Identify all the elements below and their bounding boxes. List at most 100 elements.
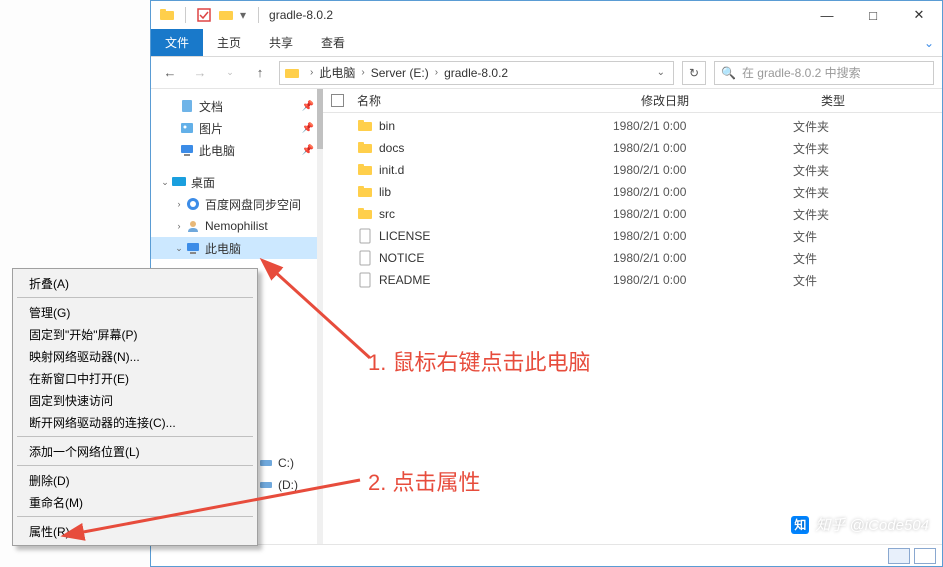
watermark: 知 知乎 @iCode504 — [791, 514, 929, 535]
file-list: bin1980/2/1 0:00文件夹docs1980/2/1 0:00文件夹i… — [323, 113, 942, 291]
menu-item[interactable]: 映射网络驱动器(N)... — [15, 345, 255, 367]
file-date: 1980/2/1 0:00 — [613, 273, 793, 287]
search-input[interactable]: 🔍 在 gradle-8.0.2 中搜索 — [714, 61, 934, 85]
file-date: 1980/2/1 0:00 — [613, 163, 793, 177]
breadcrumb-bar[interactable]: › 此电脑 › Server (E:) › gradle-8.0.2 ⌄ — [279, 61, 674, 85]
file-date: 1980/2/1 0:00 — [613, 207, 793, 221]
folder-icon — [357, 118, 373, 134]
file-row[interactable]: README1980/2/1 0:00文件 — [323, 269, 942, 291]
tree-this-pc[interactable]: ⌄ 此电脑 — [151, 237, 322, 259]
qat-overflow-icon[interactable]: ▾ — [240, 8, 246, 22]
nav-history-icon[interactable]: ⌄ — [219, 62, 241, 84]
document-icon — [179, 98, 195, 114]
folder-icon — [357, 206, 373, 222]
title-bar: ▾ gradle-8.0.2 — □ ✕ — [151, 1, 942, 29]
file-row[interactable]: docs 1980/2/1 0:00文件夹 — [323, 137, 942, 159]
file-row[interactable]: lib1980/2/1 0:00文件夹 — [323, 181, 942, 203]
file-name: lib — [379, 185, 391, 199]
tree-desktop[interactable]: ⌄ 桌面 — [151, 171, 322, 193]
refresh-button[interactable]: ↻ — [682, 61, 706, 85]
ribbon-expand-icon[interactable]: ⌄ — [924, 29, 942, 56]
nav-forward-button[interactable]: → — [189, 62, 211, 84]
file-type: 文件夹 — [793, 206, 873, 223]
menu-item[interactable]: 在新窗口中打开(E) — [15, 367, 255, 389]
file-row[interactable]: bin 1980/2/1 0:00文件夹 — [323, 115, 942, 137]
crumb-folder[interactable]: gradle-8.0.2 — [444, 66, 508, 80]
file-type: 文件夹 — [793, 140, 873, 157]
tree-documents[interactable]: 文档📌 — [151, 95, 322, 117]
pc-icon — [185, 240, 201, 256]
file-name: docs — [379, 141, 404, 155]
expand-icon[interactable]: › — [173, 199, 185, 209]
search-icon: 🔍 — [721, 66, 736, 80]
nav-back-button[interactable]: ← — [159, 62, 181, 84]
tab-home[interactable]: 主页 — [203, 29, 255, 56]
desktop-icon — [171, 174, 187, 190]
folder-small-icon[interactable] — [218, 7, 234, 23]
menu-item[interactable]: 折叠(A) — [15, 272, 255, 294]
annotation-arrow-1 — [255, 258, 385, 378]
crumb-pc[interactable]: 此电脑 — [319, 64, 355, 81]
maximize-button[interactable]: □ — [850, 1, 896, 29]
search-placeholder: 在 gradle-8.0.2 中搜索 — [742, 64, 861, 81]
menu-separator — [17, 465, 253, 466]
col-name[interactable]: 名称 — [351, 92, 641, 109]
file-name: LICENSE — [379, 229, 430, 243]
tree-pictures[interactable]: 图片📌 — [151, 117, 322, 139]
folder-icon — [357, 184, 373, 200]
minimize-button[interactable]: — — [804, 1, 850, 29]
tree-user[interactable]: › Nemophilist — [151, 215, 322, 237]
crumb-drive[interactable]: Server (E:) — [371, 66, 429, 80]
view-icons-button[interactable] — [914, 548, 936, 564]
tab-file[interactable]: 文件 — [151, 29, 203, 56]
file-type: 文件 — [793, 228, 873, 245]
annotation-text-2: 2. 点击属性 — [368, 465, 480, 497]
file-row[interactable]: src1980/2/1 0:00文件夹 — [323, 203, 942, 225]
col-type[interactable]: 类型 — [821, 92, 901, 109]
file-date: 1980/2/1 0:00 — [613, 229, 793, 243]
file-name: README — [379, 273, 430, 287]
tab-share[interactable]: 共享 — [255, 29, 307, 56]
scrollbar-thumb[interactable] — [317, 89, 323, 149]
file-type: 文件夹 — [793, 162, 873, 179]
folder-icon — [284, 65, 300, 81]
divider — [258, 7, 259, 23]
menu-item[interactable]: 添加一个网络位置(L) — [15, 440, 255, 462]
chevron-down-icon[interactable]: ⌄ — [657, 67, 669, 78]
tree-baidu[interactable]: › 百度网盘同步空间 — [151, 193, 322, 215]
expand-icon[interactable]: › — [173, 221, 185, 231]
view-details-button[interactable] — [888, 548, 910, 564]
file-row[interactable]: NOTICE1980/2/1 0:00文件 — [323, 247, 942, 269]
annotation-text-1: 1. 鼠标右键点击此电脑 — [368, 345, 590, 377]
tab-view[interactable]: 查看 — [307, 29, 359, 56]
file-type: 文件夹 — [793, 118, 873, 135]
file-name: bin — [379, 119, 395, 133]
pin-icon: 📌 — [302, 123, 314, 134]
chevron-right-icon[interactable]: › — [361, 67, 364, 78]
tree-this-pc-quick[interactable]: 此电脑📌 — [151, 139, 322, 161]
col-date[interactable]: 修改日期 — [641, 92, 821, 109]
zhihu-icon: 知 — [791, 516, 809, 534]
chevron-right-icon[interactable]: › — [310, 67, 313, 78]
annotation-arrow-2 — [60, 478, 380, 548]
close-button[interactable]: ✕ — [896, 1, 942, 29]
nav-up-button[interactable]: ↑ — [249, 62, 271, 84]
menu-item[interactable]: 固定到快速访问 — [15, 389, 255, 411]
sync-icon — [185, 196, 201, 212]
pin-icon: 📌 — [302, 145, 314, 156]
file-name: NOTICE — [379, 251, 424, 265]
checkbox-icon[interactable] — [196, 7, 212, 23]
picture-icon — [179, 120, 195, 136]
chevron-right-icon[interactable]: › — [435, 67, 438, 78]
file-row[interactable]: LICENSE 1980/2/1 0:00文件 — [323, 225, 942, 247]
file-date: 1980/2/1 0:00 — [613, 251, 793, 265]
collapse-icon[interactable]: ⌄ — [159, 177, 171, 188]
file-row[interactable]: init.d1980/2/1 0:00文件夹 — [323, 159, 942, 181]
menu-item[interactable]: 断开网络驱动器的连接(C)... — [15, 411, 255, 433]
file-date: 1980/2/1 0:00 — [613, 141, 793, 155]
menu-item[interactable]: 管理(G) — [15, 301, 255, 323]
select-all-checkbox[interactable] — [323, 94, 351, 107]
collapse-icon[interactable]: ⌄ — [173, 243, 185, 254]
file-date: 1980/2/1 0:00 — [613, 119, 793, 133]
menu-item[interactable]: 固定到"开始"屏幕(P) — [15, 323, 255, 345]
